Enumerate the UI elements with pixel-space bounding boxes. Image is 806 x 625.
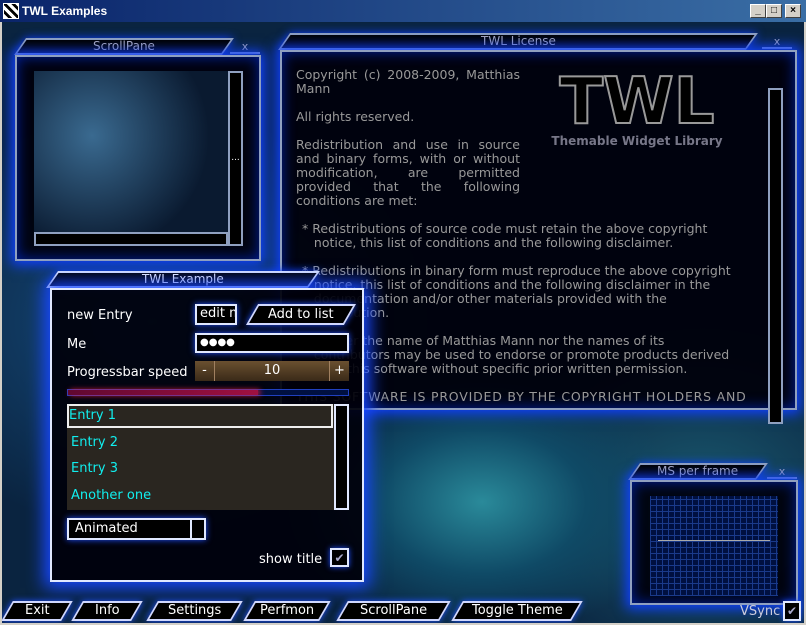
me-label: Me bbox=[67, 337, 87, 352]
vsync-label: VSync bbox=[740, 604, 781, 619]
entry-list[interactable]: Entry 1 Entry 2 Entry 3 Another one bbox=[67, 404, 349, 510]
bottom-button-info[interactable]: Info bbox=[71, 601, 143, 621]
list-item[interactable]: Entry 3 bbox=[69, 457, 118, 481]
scrollpane-title: ScrollPane bbox=[93, 39, 155, 53]
license-close-button[interactable]: x bbox=[762, 35, 792, 49]
minimize-button[interactable]: _ bbox=[750, 4, 766, 18]
twl-logo: TWL Themable Widget Library bbox=[532, 65, 742, 148]
bottom-button-settings[interactable]: Settings bbox=[146, 601, 243, 621]
window-titlebar: TWL Examples _ □ × bbox=[0, 0, 806, 22]
perf-window bbox=[630, 480, 798, 605]
license-paragraph-1: Copyright (c) 2008-2009, Matthias Mann bbox=[296, 67, 520, 96]
horizontal-scrollbar[interactable] bbox=[34, 232, 228, 246]
speed-increment-button[interactable]: + bbox=[329, 361, 349, 381]
app-icon bbox=[3, 3, 19, 19]
scrollbar-grip[interactable]: ... bbox=[230, 153, 241, 163]
example-titlebar[interactable]: TWL Example bbox=[46, 271, 320, 288]
combo-box[interactable]: Animated bbox=[67, 518, 206, 540]
speed-decrement-button[interactable]: - bbox=[195, 361, 215, 381]
perf-titlebar[interactable]: MS per frame bbox=[628, 463, 768, 480]
scrollpane-image bbox=[34, 71, 228, 233]
license-titlebar[interactable]: TWL License bbox=[278, 33, 758, 50]
scrollpane-window: ... bbox=[15, 55, 261, 261]
perf-title: MS per frame bbox=[657, 464, 739, 478]
scrollpane-close-button[interactable]: x bbox=[230, 40, 260, 54]
license-bullet-2: * Redistributions in binary form must re… bbox=[302, 263, 731, 320]
speed-spinner[interactable]: - 10 + bbox=[195, 361, 349, 381]
license-bullet-1: * Redistributions of source code must re… bbox=[302, 221, 708, 250]
speed-value[interactable]: 10 bbox=[215, 361, 329, 381]
list-item[interactable]: Another one bbox=[69, 484, 151, 508]
license-paragraph-2: All rights reserved. bbox=[296, 109, 415, 124]
list-item[interactable]: Entry 2 bbox=[69, 431, 118, 455]
vsync-checkbox[interactable]: ✔ bbox=[783, 601, 801, 621]
close-button[interactable]: × bbox=[785, 4, 801, 18]
new-entry-label: new Entry bbox=[67, 308, 133, 323]
perf-line bbox=[658, 540, 770, 541]
show-title-checkbox[interactable]: ✔ bbox=[330, 548, 349, 567]
license-scrollbar[interactable] bbox=[768, 88, 783, 424]
logo-subtitle: Themable Widget Library bbox=[551, 134, 723, 148]
password-input[interactable]: ●●●● bbox=[195, 333, 349, 353]
maximize-button[interactable]: □ bbox=[766, 4, 782, 18]
list-item[interactable]: Entry 1 bbox=[67, 404, 333, 428]
scrollpane-titlebar[interactable]: ScrollPane bbox=[14, 38, 234, 55]
bottom-button-scrollpane[interactable]: ScrollPane bbox=[336, 601, 451, 621]
progress-bar bbox=[67, 389, 349, 396]
list-scrollbar[interactable] bbox=[334, 404, 349, 510]
add-to-list-button[interactable]: Add to list bbox=[245, 304, 357, 325]
bottom-button-exit[interactable]: Exit bbox=[2, 601, 73, 621]
combo-value: Animated bbox=[75, 521, 138, 536]
perf-graph bbox=[650, 496, 778, 596]
desktop: ScrollPane x ... TWL License x Copyright… bbox=[2, 22, 804, 623]
license-title: TWL License bbox=[480, 34, 556, 48]
show-title-label: show title bbox=[259, 552, 323, 567]
window-title: TWL Examples bbox=[22, 4, 108, 18]
perf-close-button[interactable]: x bbox=[767, 465, 797, 479]
example-window: new Entry edit me Add to list Me ●●●● Pr… bbox=[50, 288, 364, 582]
combo-dropdown-button[interactable] bbox=[190, 520, 204, 538]
new-entry-input[interactable]: edit me bbox=[195, 304, 237, 325]
speed-label: Progressbar speed bbox=[67, 365, 188, 380]
license-last-line: THIS SOFTWARE IS PROVIDED BY THE COPYRIG… bbox=[296, 389, 747, 404]
logo-text: TWL bbox=[558, 65, 715, 139]
bottom-button-toggle-theme[interactable]: Toggle Theme bbox=[451, 601, 583, 621]
progress-fill bbox=[68, 390, 259, 395]
license-bullet-3: * Neither the name of Matthias Mann nor … bbox=[302, 333, 730, 376]
license-paragraph-3: Redistribution and use in source and bin… bbox=[296, 137, 520, 208]
bottom-button-perfmon[interactable]: Perfmon bbox=[243, 601, 331, 621]
vertical-scrollbar[interactable]: ... bbox=[228, 71, 243, 246]
example-title: TWL Example bbox=[142, 272, 224, 286]
